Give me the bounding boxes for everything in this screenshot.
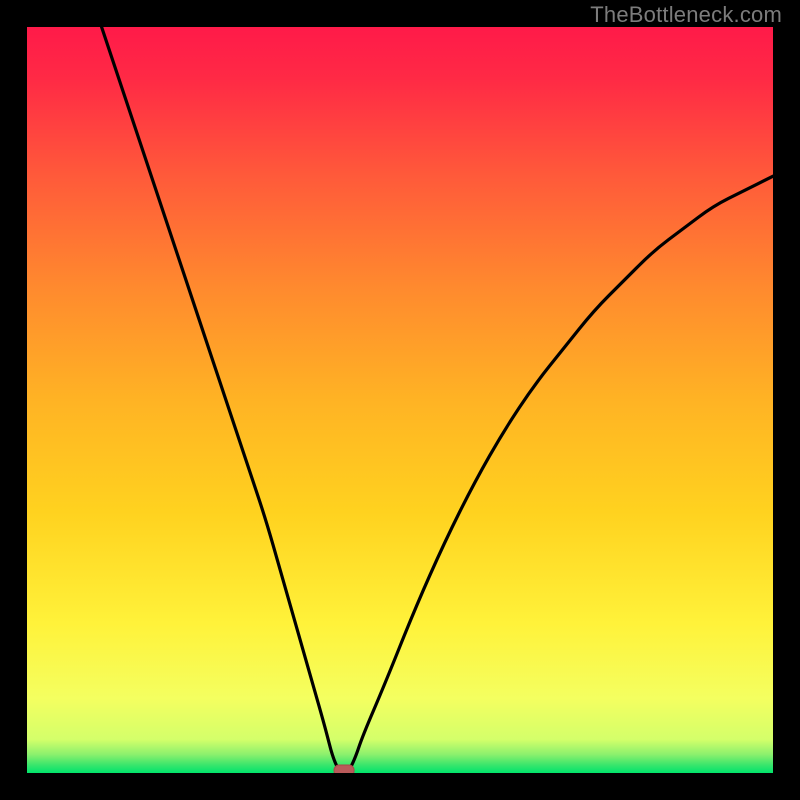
chart-frame: TheBottleneck.com (0, 0, 800, 800)
bottleneck-chart (27, 27, 773, 773)
watermark-text: TheBottleneck.com (590, 2, 782, 28)
optimal-point-marker (334, 765, 354, 773)
